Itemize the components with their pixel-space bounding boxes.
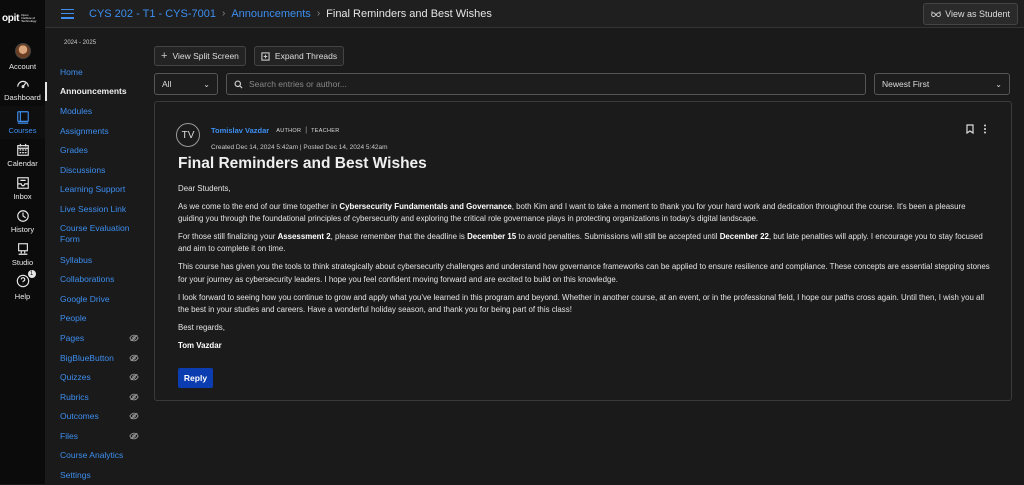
role-author-badge: AUTHOR bbox=[276, 127, 302, 134]
gnav-courses[interactable]: Courses bbox=[0, 106, 45, 139]
breadcrumb-current: Final Reminders and Best Wishes bbox=[326, 7, 492, 20]
eye-slash-icon bbox=[129, 373, 139, 381]
post-body: Dear Students, As we come to the end of … bbox=[178, 183, 993, 358]
gnav-history[interactable]: History bbox=[0, 205, 45, 238]
course-nav-item-home[interactable]: Home bbox=[45, 62, 145, 82]
paragraph-1: As we come to the end of our time togeth… bbox=[178, 202, 966, 224]
eye-slash-icon bbox=[129, 432, 139, 440]
post-actions bbox=[966, 124, 987, 134]
course-nav-item-quizzes[interactable]: Quizzes bbox=[45, 367, 145, 387]
filter-bar: All ⌄ Newest First ⌄ bbox=[154, 73, 1012, 95]
filter-select[interactable]: All ⌄ bbox=[154, 73, 218, 95]
author-row: Tomislav Vazdar AUTHOR | TEACHER bbox=[211, 126, 339, 135]
calendar-icon bbox=[16, 143, 29, 156]
course-nav-item-course-evaluation-form[interactable]: Course Evaluation Form bbox=[45, 219, 145, 250]
eye-slash-icon bbox=[129, 393, 139, 400]
search-icon bbox=[234, 79, 243, 89]
announcement-post: TV Tomislav Vazdar AUTHOR | TEACHER Crea… bbox=[154, 101, 1012, 401]
course-nav: 2024 - 2025 Home Announcements Modules Assi… bbox=[45, 40, 145, 485]
gnav-dashboard[interactable]: Dashboard bbox=[0, 73, 45, 106]
eye-slash-icon bbox=[129, 354, 139, 361]
chevron-right-icon: › bbox=[221, 8, 226, 19]
help-badge-count: 1 bbox=[27, 270, 36, 278]
chevron-down-icon: ⌄ bbox=[995, 79, 1002, 89]
course-nav-item-pages[interactable]: Pages bbox=[45, 328, 145, 348]
history-icon bbox=[16, 210, 29, 222]
course-nav-item-collaborations[interactable]: Collaborations bbox=[45, 269, 145, 289]
author-name[interactable]: Tomislav Vazdar bbox=[211, 126, 269, 135]
avatar bbox=[14, 42, 31, 59]
course-nav-item-announcements[interactable]: Announcements bbox=[45, 81, 145, 102]
more-options-icon[interactable] bbox=[983, 124, 987, 134]
course-nav-item-modules[interactable]: Modules bbox=[45, 101, 145, 121]
course-nav-item-google-drive[interactable]: Google Drive bbox=[45, 289, 145, 309]
chevron-right-icon: › bbox=[316, 8, 321, 19]
gnav-inbox[interactable]: Inbox bbox=[0, 172, 45, 205]
view-as-student-button[interactable]: View as Student bbox=[923, 3, 1018, 25]
course-nav-item-assignments[interactable]: Assignments bbox=[45, 121, 145, 141]
term-label: 2024 - 2025 bbox=[64, 40, 97, 46]
course-nav-item-course-analytics[interactable]: Course Analytics bbox=[45, 446, 145, 466]
glasses-icon bbox=[931, 11, 941, 17]
post-title: Final Reminders and Best Wishes bbox=[178, 155, 427, 172]
help-icon bbox=[16, 274, 29, 288]
breadcrumb-course[interactable]: CYS 202 - T1 - CYS-7001 bbox=[89, 8, 216, 20]
course-nav-item-people[interactable]: People bbox=[45, 309, 145, 329]
course-nav-item-bigbluebutton[interactable]: BigBlueButton bbox=[45, 348, 145, 368]
role-separator: | bbox=[305, 127, 308, 134]
paragraph-2: For those still finalizing your Assessme… bbox=[178, 232, 983, 254]
eye-slash-icon bbox=[129, 413, 139, 420]
paragraph-3: This course has given you the tools to t… bbox=[178, 262, 990, 284]
course-nav-item-outcomes[interactable]: Outcomes bbox=[45, 407, 145, 427]
greeting: Dear Students, bbox=[178, 184, 231, 193]
studio-icon bbox=[17, 243, 28, 255]
discussion-toolbar: + View Split Screen Expand Threads bbox=[154, 46, 1012, 66]
closing: Best regards, bbox=[178, 322, 225, 332]
hamburger-menu-icon[interactable] bbox=[61, 8, 74, 19]
course-nav-item-rubrics[interactable]: Rubrics bbox=[45, 387, 145, 407]
courses-icon bbox=[16, 111, 29, 124]
gnav-account[interactable]: Account bbox=[0, 40, 45, 73]
chevron-down-icon: ⌄ bbox=[203, 79, 210, 89]
search-field[interactable] bbox=[226, 73, 866, 95]
course-nav-item-learning-support[interactable]: Learning Support bbox=[45, 180, 145, 200]
post-dates: Created Dec 14, 2024 5:42am | Posted Dec… bbox=[211, 144, 388, 151]
top-header: CYS 202 - T1 - CYS-7001 › Announcements … bbox=[45, 0, 1024, 28]
course-nav-item-syllabus[interactable]: Syllabus bbox=[45, 250, 145, 270]
paragraph-4: I look forward to seeing how you continu… bbox=[178, 292, 984, 314]
sort-select[interactable]: Newest First ⌄ bbox=[874, 73, 1010, 95]
view-split-screen-button[interactable]: + View Split Screen bbox=[154, 46, 246, 66]
course-nav-item-settings[interactable]: Settings bbox=[45, 465, 145, 485]
course-nav-item-live-session-link[interactable]: Live Session Link bbox=[45, 199, 145, 219]
inbox-icon bbox=[16, 177, 29, 189]
logo-subtitle: Open Institute of Technology bbox=[21, 12, 37, 23]
breadcrumb-announcements[interactable]: Announcements bbox=[231, 8, 311, 20]
author-avatar[interactable]: TV bbox=[176, 123, 200, 147]
page-scrollbar[interactable] bbox=[1016, 28, 1024, 484]
search-input[interactable] bbox=[249, 79, 849, 89]
plus-icon: + bbox=[161, 50, 168, 62]
expand-icon bbox=[261, 51, 270, 61]
global-nav: opit Open Institute of Technology Accoun… bbox=[0, 0, 45, 484]
signature: Tom Vazdar bbox=[178, 340, 222, 350]
gnav-studio[interactable]: Studio bbox=[0, 238, 45, 271]
eye-slash-icon bbox=[129, 334, 139, 342]
gnav-help[interactable]: 1 Help bbox=[0, 270, 45, 304]
role-teacher-badge: TEACHER bbox=[311, 127, 340, 134]
course-nav-item-files[interactable]: Files bbox=[45, 426, 145, 446]
gnav-calendar[interactable]: Calendar bbox=[0, 139, 45, 172]
dashboard-icon bbox=[16, 80, 29, 89]
opit-logo[interactable]: opit Open Institute of Technology bbox=[0, 0, 45, 36]
help-icon-wrap: 1 bbox=[16, 270, 36, 292]
reply-button[interactable]: Reply bbox=[178, 368, 213, 388]
bookmark-icon[interactable] bbox=[966, 124, 974, 134]
expand-threads-button[interactable]: Expand Threads bbox=[253, 46, 345, 66]
breadcrumb: CYS 202 - T1 - CYS-7001 › Announcements … bbox=[89, 8, 492, 20]
course-nav-item-discussions[interactable]: Discussions bbox=[45, 160, 145, 180]
main-content: + View Split Screen Expand Threads All ⌄… bbox=[154, 46, 1012, 401]
course-nav-item-grades[interactable]: Grades bbox=[45, 140, 145, 160]
